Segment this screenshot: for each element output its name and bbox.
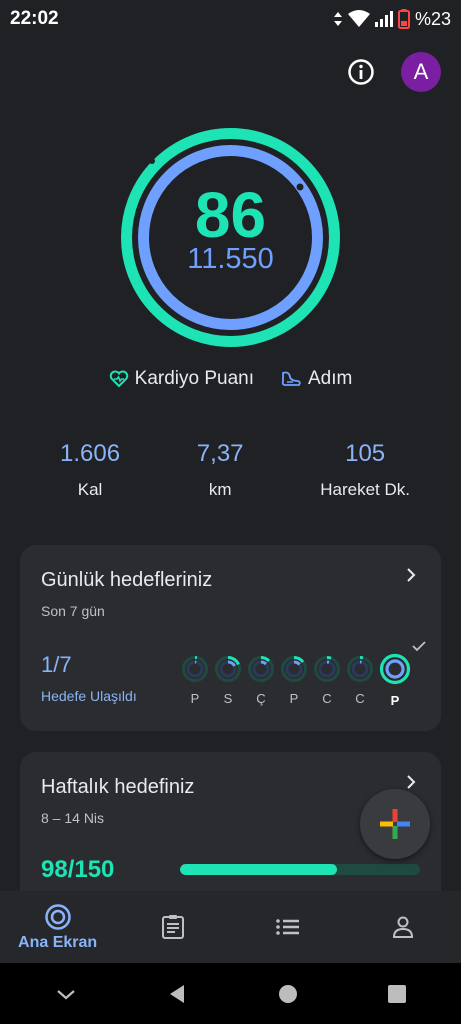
bottom-navigation: Ana Ekran <box>0 891 461 963</box>
day-ring-item: S <box>214 655 242 708</box>
status-bar: 22:02 %23 <box>0 0 461 38</box>
journal-icon <box>161 915 184 939</box>
status-icons: %23 <box>333 9 451 30</box>
home-circle-icon[interactable] <box>277 983 299 1005</box>
heart-icon <box>109 370 128 388</box>
heart-points-value: 86 <box>194 179 267 251</box>
card-title: Haftalık hedefiniz <box>41 776 195 798</box>
browse-list-icon <box>276 919 300 935</box>
activity-ring[interactable]: 86 11.550 <box>118 125 343 350</box>
system-navigation-bar <box>0 963 461 1024</box>
stat-calories: 1.606 Kal <box>60 440 120 500</box>
steps-label: Adım <box>280 368 352 390</box>
stat-value: 105 <box>345 440 386 467</box>
day-ring-item: P <box>280 655 308 708</box>
steps-value: 11.550 <box>187 243 274 275</box>
card-subtitle: Son 7 gün <box>41 603 105 619</box>
stat-label: km <box>208 480 232 499</box>
chevron-right-icon <box>407 568 416 582</box>
metric-labels: Kardiyo Puanı Adım <box>0 368 461 390</box>
signal-icon <box>374 11 393 27</box>
nav-journal[interactable] <box>115 891 230 963</box>
battery-icon <box>397 9 410 29</box>
check-icon <box>412 641 426 651</box>
day-ring-item: C <box>346 655 374 708</box>
goals-achieved-count: 1/7 <box>41 652 72 677</box>
day-ring-icon <box>314 655 340 682</box>
day-rings: P S Ç P C C P <box>181 653 411 708</box>
weekly-progress-count: 98/150 <box>41 856 115 883</box>
heart-points-text: Kardiyo Puanı <box>134 368 254 389</box>
day-ring-icon <box>215 656 241 682</box>
chevron-down-icon[interactable] <box>54 986 78 1002</box>
nav-profile[interactable] <box>346 891 461 963</box>
day-ring-item: P <box>181 655 209 708</box>
day-label: C <box>322 691 332 706</box>
nav-home-label: Ana Ekran <box>18 933 98 951</box>
day-label: C <box>355 691 365 706</box>
avatar[interactable]: A <box>401 52 441 92</box>
weekly-progress-bar <box>180 864 420 875</box>
steps-icon <box>281 371 301 386</box>
day-ring-icon <box>248 656 274 682</box>
day-label: P <box>390 693 400 708</box>
profile-icon <box>393 916 414 938</box>
info-icon <box>348 59 374 85</box>
card-title: Günlük hedefleriniz <box>41 569 213 591</box>
heart-points-label: Kardiyo Puanı <box>109 368 254 390</box>
back-icon[interactable] <box>166 983 188 1005</box>
day-ring-icon <box>379 653 411 685</box>
wifi-icon <box>347 10 370 27</box>
day-ring-item-today: P <box>379 653 411 708</box>
stat-move-minutes: 105 Hareket Dk. <box>320 440 410 500</box>
goals-achieved-label: Hedefe Ulaşıldı <box>41 688 137 704</box>
day-ring-icon <box>281 656 307 682</box>
stats-row: 1.606 Kal 7,37 km 105 Hareket Dk. <box>60 440 410 500</box>
stat-label: Hareket Dk. <box>320 480 410 499</box>
card-subtitle: 8 – 14 Nis <box>41 810 105 826</box>
weekly-progress-fill <box>180 864 337 875</box>
chevron-right-icon <box>407 775 416 789</box>
stat-value: 7,37 <box>196 440 244 467</box>
day-label: P <box>289 691 299 706</box>
day-ring-item: Ç <box>247 655 275 708</box>
stat-label: Kal <box>77 480 103 499</box>
header-actions: A <box>341 52 441 92</box>
battery-percent: %23 <box>414 8 451 29</box>
day-label: S <box>223 691 233 706</box>
home-ring-icon <box>44 903 71 930</box>
steps-text: Adım <box>308 368 353 389</box>
stat-distance: 7,37 km <box>197 440 244 500</box>
status-time: 22:02 <box>10 8 59 29</box>
nav-browse[interactable] <box>231 891 346 963</box>
day-ring-icon <box>347 656 373 682</box>
day-ring-icon <box>182 656 208 682</box>
day-label: P <box>190 691 200 706</box>
add-activity-button[interactable] <box>360 789 430 859</box>
stat-value: 1.606 <box>60 440 121 467</box>
day-label: Ç <box>256 691 266 706</box>
plus-icon <box>380 809 410 839</box>
day-ring-item: C <box>313 655 341 708</box>
data-arrows-icon <box>333 12 342 26</box>
info-button[interactable] <box>341 52 381 92</box>
recents-icon[interactable] <box>387 984 407 1004</box>
daily-goals-card[interactable]: Günlük hedefleriniz Son 7 gün 1/7 Hedefe… <box>20 545 441 731</box>
nav-home[interactable]: Ana Ekran <box>0 891 115 963</box>
